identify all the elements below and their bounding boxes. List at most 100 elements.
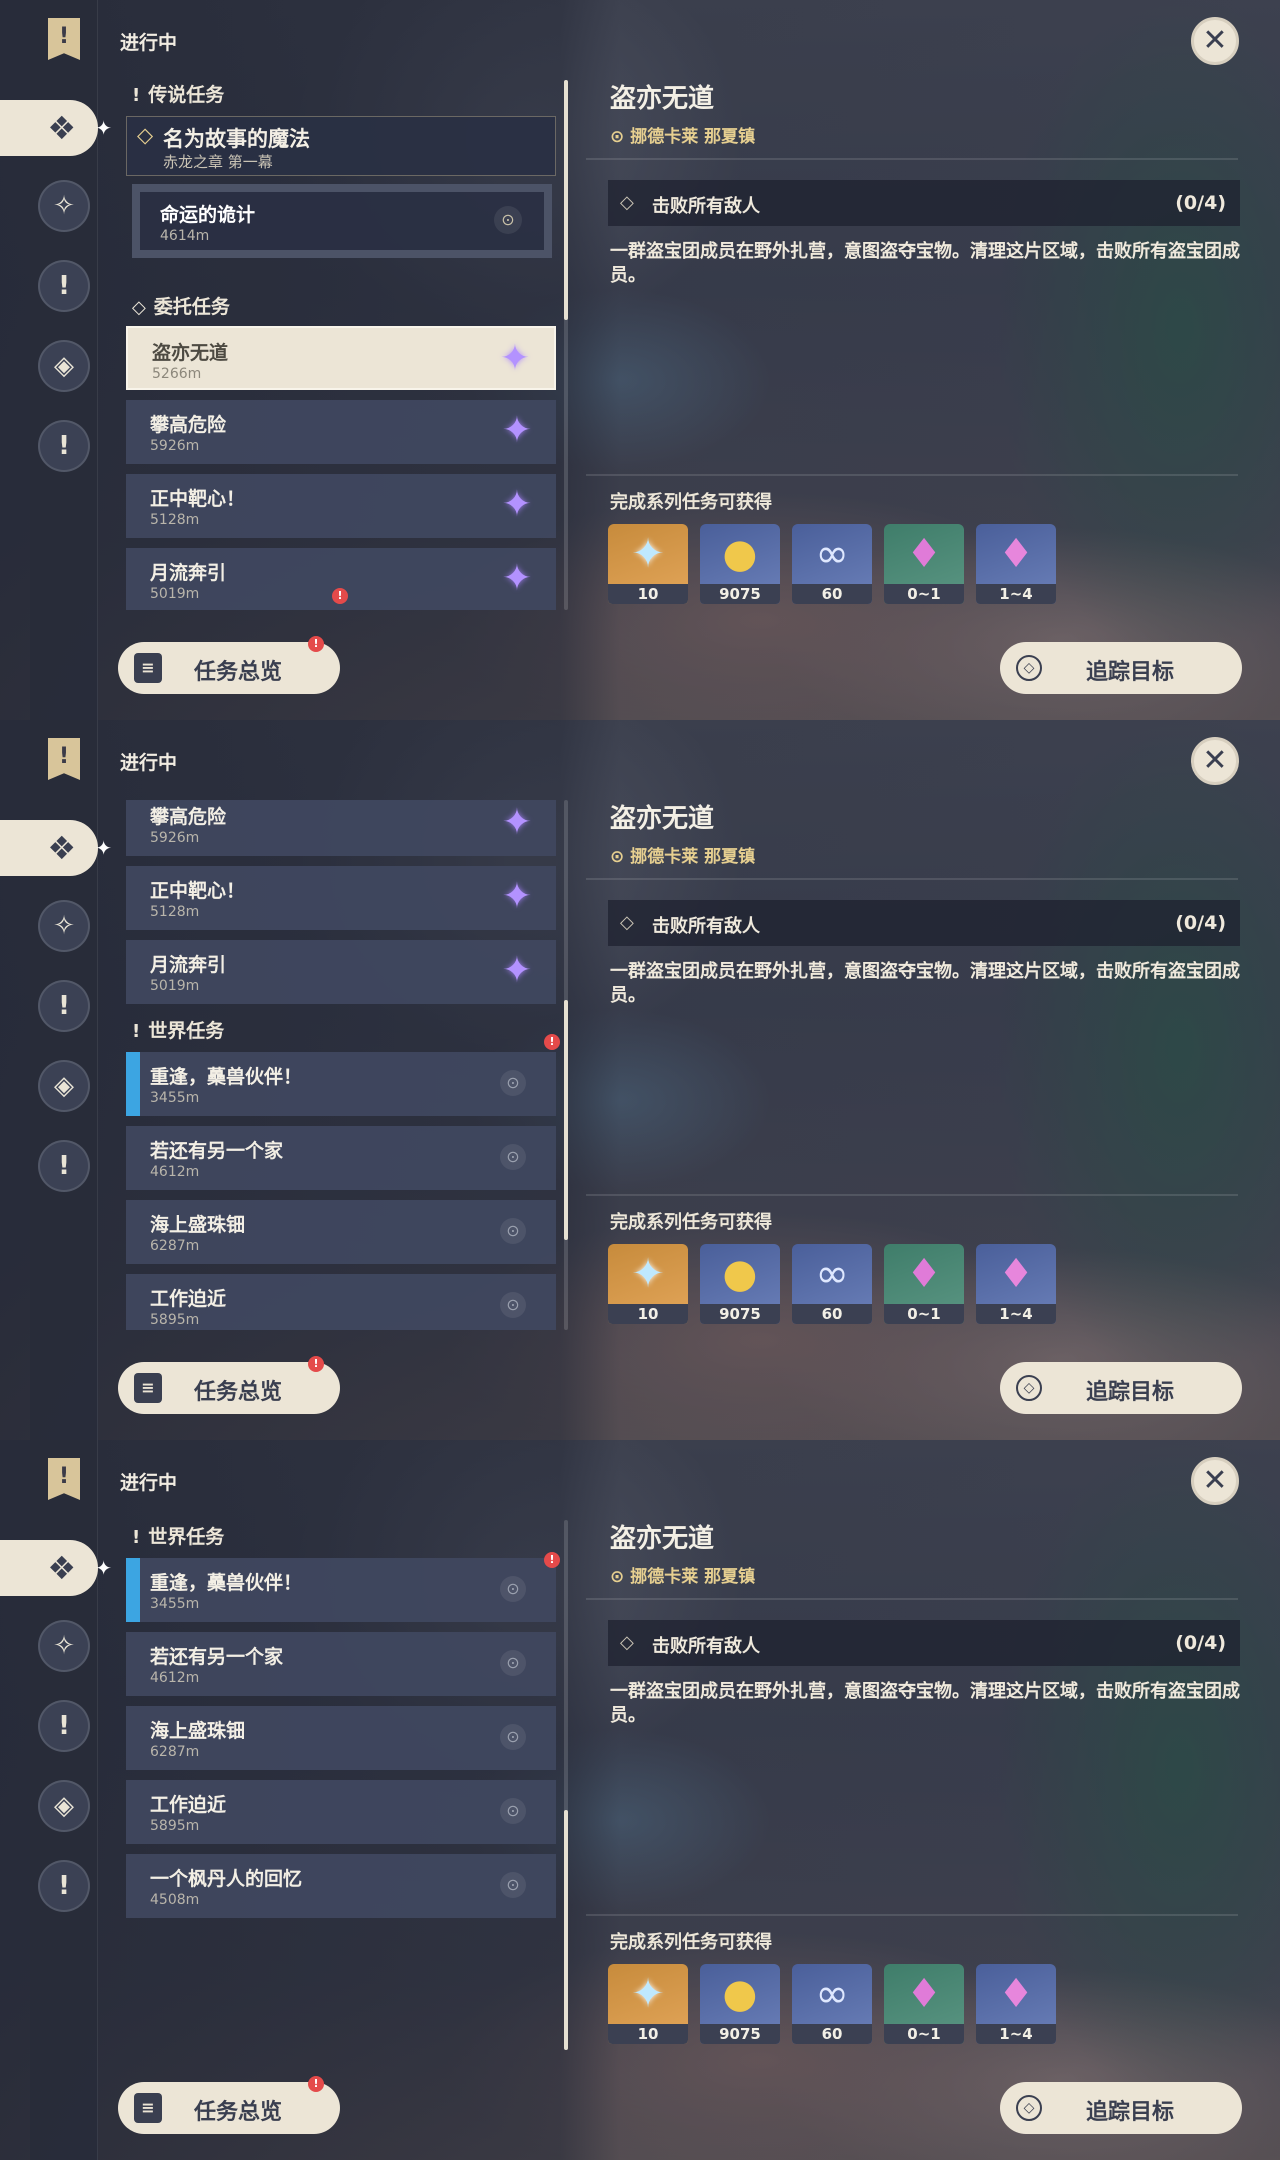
list-scrollbar[interactable] [564,80,568,610]
legend-quest-title: 名为故事的魔法 [137,123,310,153]
list-item[interactable]: 盗亦无道 5266m ✦ [126,326,556,390]
scroll-thumb[interactable] [564,1000,568,1240]
reward-mora[interactable]: ● 9075 [700,1964,780,2044]
rail-tab-all[interactable]: ❖ [0,100,112,156]
quest-overview-button[interactable]: ≡ 任务总览 ! [118,2076,340,2134]
reward-crystal-chunk[interactable]: ♦ 0~1 [884,524,964,604]
reward-crystal-chunk[interactable]: ♦ 0~1 [884,1244,964,1324]
commission-star-icon: ✦ [501,876,533,917]
close-button[interactable]: ✕ [1191,737,1239,785]
world-quest-icon[interactable]: ! [38,1860,90,1912]
quest-overview-button[interactable]: ≡ 任务总览 ! [118,1356,340,1414]
list-item[interactable]: 海上盛珠钿 6287m ⊙ [126,1200,556,1264]
reward-crystal-cluster[interactable]: ♦ 1~4 [976,1964,1056,2044]
list-item[interactable]: 工作迫近 5895m ⊙ [126,1274,556,1330]
list-item[interactable]: 攀高危险 5926m ✦ [126,400,556,464]
reward-companionship[interactable]: ∞ 60 [792,524,872,604]
list-item[interactable]: 若还有另一个家 4612m ⊙ [126,1126,556,1190]
location-pin-icon: ⊙ [610,1567,625,1587]
rail-tab-all[interactable]: ❖ [0,820,112,876]
archon-quest-icon[interactable]: ✧ [38,900,90,952]
map-pin-icon[interactable]: ⊙ [500,1070,526,1096]
item-distance: 5019m [150,586,200,602]
legend-quest-icon[interactable]: ! [38,980,90,1032]
crystal-cluster-icon: ♦ [998,1251,1034,1297]
commission-section-icon: ◇ [132,297,146,318]
reward-companionship[interactable]: ∞ 60 [792,1244,872,1324]
quest-list[interactable]: !传说任务 名为故事的魔法 赤龙之章 第一幕 命运的诡计 4614m ⊙ ◇委托… [122,80,564,610]
track-target-button[interactable]: ◇ 追踪目标 [1000,2082,1242,2134]
book-icon: ≡ [134,2093,162,2123]
list-item[interactable]: 重逢，蘽兽伙伴！ 3455m ⊙ [126,1558,556,1622]
commission-quest-icon[interactable]: ◈ [38,1780,90,1832]
list-item[interactable]: 正中靶心！ 5128m ✦ [126,474,556,538]
close-button[interactable]: ✕ [1191,1457,1239,1505]
quest-overview-button[interactable]: ≡ 任务总览 ! [118,636,340,694]
item-title: 盗亦无道 [152,342,229,364]
legend-quest-icon[interactable]: ! [38,260,90,312]
map-pin-icon[interactable]: ⊙ [500,1292,526,1318]
book-icon: ≡ [134,653,162,683]
quest-list[interactable]: ! 世界任务 重逢，蘽兽伙伴！ 3455m ⊙ 若还有另一个家 4612m ⊙ 海… [122,1520,564,2050]
commission-quest-icon[interactable]: ◈ [38,1060,90,1112]
objective-progress: (0/4) [1175,1632,1226,1654]
reward-crystal-cluster[interactable]: ♦ 1~4 [976,524,1056,604]
list-item[interactable]: 若还有另一个家 4612m ⊙ [126,1632,556,1696]
section-world: ! 世界任务 [132,1526,225,1548]
list-item[interactable]: 海上盛珠钿 6287m ⊙ [126,1706,556,1770]
world-quest-icon[interactable]: ! [38,1140,90,1192]
reward-primogem[interactable]: ✦ 10 [608,524,688,604]
reward-primogem[interactable]: ✦ 10 [608,1244,688,1324]
list-item[interactable]: 一个枫丹人的回忆 4508m ⊙ [126,1854,556,1918]
quest-panel-1: ! ❖ ✧ ! ◈ ! 进行中 ✕ !传说任务 名为故事的魔法 赤龙之章 第一幕… [0,0,1280,720]
objective-icon: ◇ [620,912,634,933]
reward-crystal-cluster[interactable]: ♦ 1~4 [976,1244,1056,1324]
track-target-button[interactable]: ◇ 追踪目标 [1000,1362,1242,1414]
list-item[interactable]: 正中靶心！ 5128m ✦ [126,866,556,930]
quest-list[interactable]: 攀高危险 5926m ✦ 正中靶心！ 5128m ✦ 月流奔引 5019m ✦ … [122,800,564,1330]
map-pin-icon[interactable]: ⊙ [500,1798,526,1824]
reward-mora[interactable]: ● 9075 [700,524,780,604]
reward-crystal-chunk[interactable]: ♦ 0~1 [884,1964,964,2044]
legend-section-icon: ! [132,85,141,106]
objective-bar: ◇ 击败所有敌人 (0/4) [608,900,1240,946]
track-target-button[interactable]: ◇ 追踪目标 [1000,642,1242,694]
map-pin-icon[interactable]: ⊙ [500,1144,526,1170]
map-pin-icon[interactable]: ⊙ [500,1872,526,1898]
legend-quest-icon[interactable]: ! [38,1700,90,1752]
item-title: 若还有另一个家 [150,1646,284,1668]
list-item[interactable]: 攀高危险 5926m ✦ [126,800,556,856]
reward-mora[interactable]: ● 9075 [700,1244,780,1324]
crystal-chunk-icon: ♦ [906,531,942,577]
world-quest-icon[interactable]: ! [38,420,90,472]
list-item[interactable]: 月流奔引 5019m ✦ [126,940,556,1004]
close-button[interactable]: ✕ [1191,17,1239,65]
legend-subquest[interactable]: 命运的诡计 4614m ⊙ [132,184,552,258]
map-pin-icon[interactable]: ⊙ [494,206,522,234]
commission-quest-icon[interactable]: ◈ [38,340,90,392]
archon-quest-icon[interactable]: ✧ [38,1620,90,1672]
list-item[interactable]: 重逢，蘽兽伙伴！ 3455m ⊙ [126,1052,556,1116]
reward-primogem[interactable]: ✦ 10 [608,1964,688,2044]
list-item[interactable]: 工作迫近 5895m ⊙ [126,1780,556,1844]
map-pin-icon[interactable]: ⊙ [500,1650,526,1676]
crystal-cluster-icon: ♦ [998,1971,1034,2017]
scroll-thumb[interactable] [564,1810,568,2050]
scroll-thumb[interactable] [564,80,568,320]
commission-star-icon: ✦ [501,950,533,991]
reward-companionship[interactable]: ∞ 60 [792,1964,872,2044]
reward-count: 0~1 [884,584,964,604]
map-pin-icon[interactable]: ⊙ [500,1218,526,1244]
divider [586,878,1238,880]
divider [586,1914,1238,1916]
list-scrollbar[interactable] [564,800,568,1330]
map-pin-icon[interactable]: ⊙ [500,1576,526,1602]
reward-count: 60 [792,584,872,604]
commission-star-icon: ✦ [501,484,533,525]
reward-count: 9075 [700,1304,780,1324]
list-scrollbar[interactable] [564,1520,568,2050]
rail-tab-all[interactable]: ❖ [0,1540,112,1596]
archon-quest-icon[interactable]: ✧ [38,180,90,232]
legend-quest-card[interactable]: 名为故事的魔法 赤龙之章 第一幕 [126,116,556,176]
map-pin-icon[interactable]: ⊙ [500,1724,526,1750]
